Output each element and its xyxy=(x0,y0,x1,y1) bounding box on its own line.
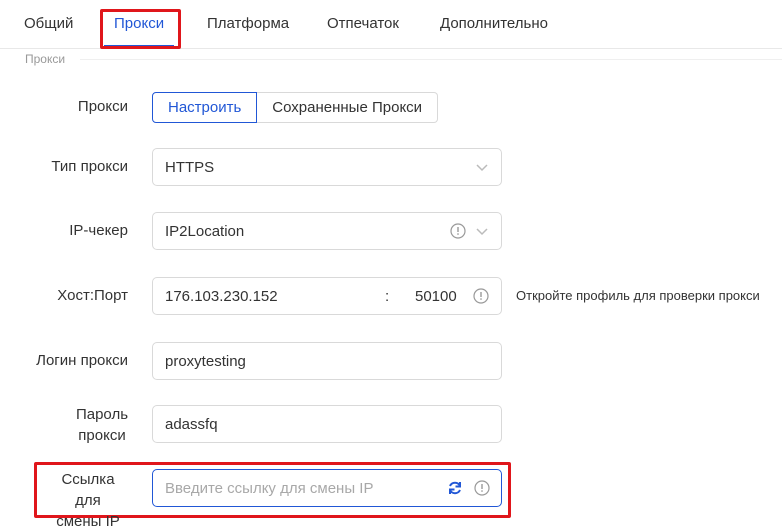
info-icon[interactable] xyxy=(450,223,466,239)
ip-checker-label: IP-чекер xyxy=(69,222,128,239)
password-label: Пароль прокси xyxy=(62,404,142,446)
tab-advanced[interactable]: Дополнительно xyxy=(440,15,548,32)
configure-button[interactable]: Настроить xyxy=(152,92,258,123)
change-ip-label-line1: Ссылка для xyxy=(61,471,115,509)
saved-proxies-button[interactable]: Сохраненные Прокси xyxy=(257,92,439,123)
login-value: proxytesting xyxy=(165,353,246,370)
proxy-type-value: HTTPS xyxy=(165,159,215,176)
password-label-line1: Пароль xyxy=(75,406,129,423)
login-input[interactable]: proxytesting xyxy=(152,342,502,380)
host-input[interactable]: 176.103.230.152 xyxy=(165,288,278,305)
info-icon[interactable] xyxy=(473,288,489,304)
chevron-down-icon xyxy=(476,164,488,172)
password-label-line2: прокси xyxy=(78,427,126,444)
ip-checker-select[interactable]: IP2Location xyxy=(152,212,502,250)
info-icon[interactable] xyxy=(474,480,490,496)
refresh-icon[interactable] xyxy=(447,480,463,496)
proxy-type-select[interactable]: HTTPS xyxy=(152,148,502,186)
change-ip-label-line2: смены IP xyxy=(56,513,120,530)
host-port-label: Хост:Порт xyxy=(57,287,128,304)
tab-general[interactable]: Общий xyxy=(24,15,73,32)
tab-platform[interactable]: Платформа xyxy=(207,15,289,32)
host-port-separator: : xyxy=(385,288,390,305)
host-port-field: 176.103.230.152 : 50100 xyxy=(152,277,502,315)
proxy-type-label: Тип прокси xyxy=(51,158,128,175)
chevron-down-icon xyxy=(476,228,488,236)
change-ip-input[interactable]: Введите ссылку для смены IP xyxy=(152,469,502,507)
ip-checker-value: IP2Location xyxy=(165,223,245,240)
port-input[interactable]: 50100 xyxy=(415,288,457,305)
proxy-mode-switch: Настроить Сохраненные Прокси xyxy=(152,92,439,123)
tab-fingerprint[interactable]: Отпечаток xyxy=(327,15,399,32)
proxy-check-hint: Откройте профиль для проверки прокси xyxy=(516,288,760,303)
password-value: adassfq xyxy=(165,416,218,433)
section-divider xyxy=(80,59,782,60)
change-ip-label: Ссылка для смены IP xyxy=(48,469,128,532)
proxy-label: Прокси xyxy=(77,98,128,115)
section-title: Прокси xyxy=(25,52,66,66)
change-ip-placeholder: Введите ссылку для смены IP xyxy=(165,480,374,497)
login-label: Логин прокси xyxy=(36,352,128,369)
password-input[interactable]: adassfq xyxy=(152,405,502,443)
proxy-tab-highlight xyxy=(100,9,181,49)
